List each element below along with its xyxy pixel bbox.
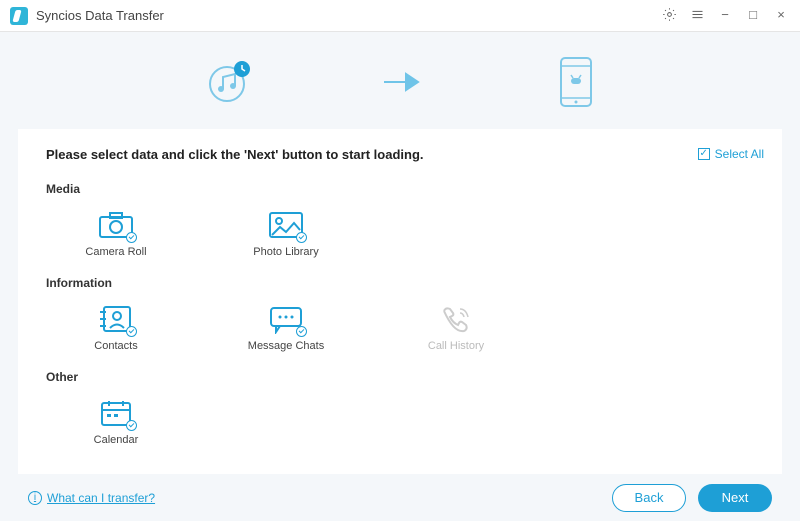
- next-button[interactable]: Next: [698, 484, 772, 512]
- select-all-toggle[interactable]: ✓ Select All: [698, 147, 764, 161]
- check-icon: [296, 232, 307, 243]
- check-icon: [126, 420, 137, 431]
- help-link[interactable]: i What can I transfer?: [28, 491, 155, 505]
- selection-panel: Please select data and click the 'Next' …: [18, 129, 782, 474]
- itunes-music-icon: [206, 59, 252, 108]
- item-contacts[interactable]: Contacts: [76, 304, 156, 352]
- select-all-label: Select All: [715, 147, 764, 161]
- titlebar: Syncios Data Transfer − □ ×: [0, 0, 800, 32]
- menu-icon[interactable]: [688, 7, 706, 25]
- item-label: Message Chats: [248, 340, 324, 352]
- item-label: Contacts: [94, 340, 137, 352]
- instruction-text: Please select data and click the 'Next' …: [46, 147, 754, 162]
- footer: i What can I transfer? Back Next: [0, 474, 800, 521]
- media-row: Camera Roll Photo Library: [46, 210, 754, 258]
- photo-icon: [268, 210, 304, 240]
- item-message-chats[interactable]: Message Chats: [246, 304, 326, 352]
- content-area: Please select data and click the 'Next' …: [0, 32, 800, 521]
- help-label: What can I transfer?: [47, 491, 155, 505]
- item-calendar[interactable]: Calendar: [76, 398, 156, 446]
- checkbox-icon: ✓: [698, 148, 710, 160]
- android-phone-icon: [558, 56, 594, 111]
- calendar-icon: [98, 398, 134, 428]
- section-information-title: Information: [46, 276, 754, 290]
- section-media-title: Media: [46, 182, 754, 196]
- item-label: Photo Library: [253, 246, 318, 258]
- check-icon: [126, 326, 137, 337]
- message-icon: [268, 304, 304, 334]
- contacts-icon: [98, 304, 134, 334]
- item-call-history: Call History: [416, 304, 496, 352]
- window-controls: − □ ×: [660, 7, 790, 25]
- item-camera-roll[interactable]: Camera Roll: [76, 210, 156, 258]
- item-label: Camera Roll: [85, 246, 146, 258]
- minimize-button[interactable]: −: [716, 7, 734, 25]
- arrow-right-icon: [382, 67, 428, 101]
- item-label: Calendar: [94, 434, 139, 446]
- app-title: Syncios Data Transfer: [36, 8, 164, 23]
- item-photo-library[interactable]: Photo Library: [246, 210, 326, 258]
- phone-icon: [438, 304, 474, 334]
- check-icon: [126, 232, 137, 243]
- close-button[interactable]: ×: [772, 7, 790, 25]
- other-row: Calendar: [46, 398, 754, 446]
- gear-icon[interactable]: [660, 7, 678, 25]
- app-logo: [10, 7, 28, 25]
- maximize-button[interactable]: □: [744, 7, 762, 25]
- information-row: Contacts Message Chats Call History: [46, 304, 754, 352]
- section-other-title: Other: [46, 370, 754, 384]
- info-icon: i: [28, 491, 42, 505]
- transfer-flow: [0, 32, 800, 129]
- check-icon: [296, 326, 307, 337]
- back-button[interactable]: Back: [612, 484, 686, 512]
- camera-icon: [98, 210, 134, 240]
- item-label: Call History: [428, 340, 484, 352]
